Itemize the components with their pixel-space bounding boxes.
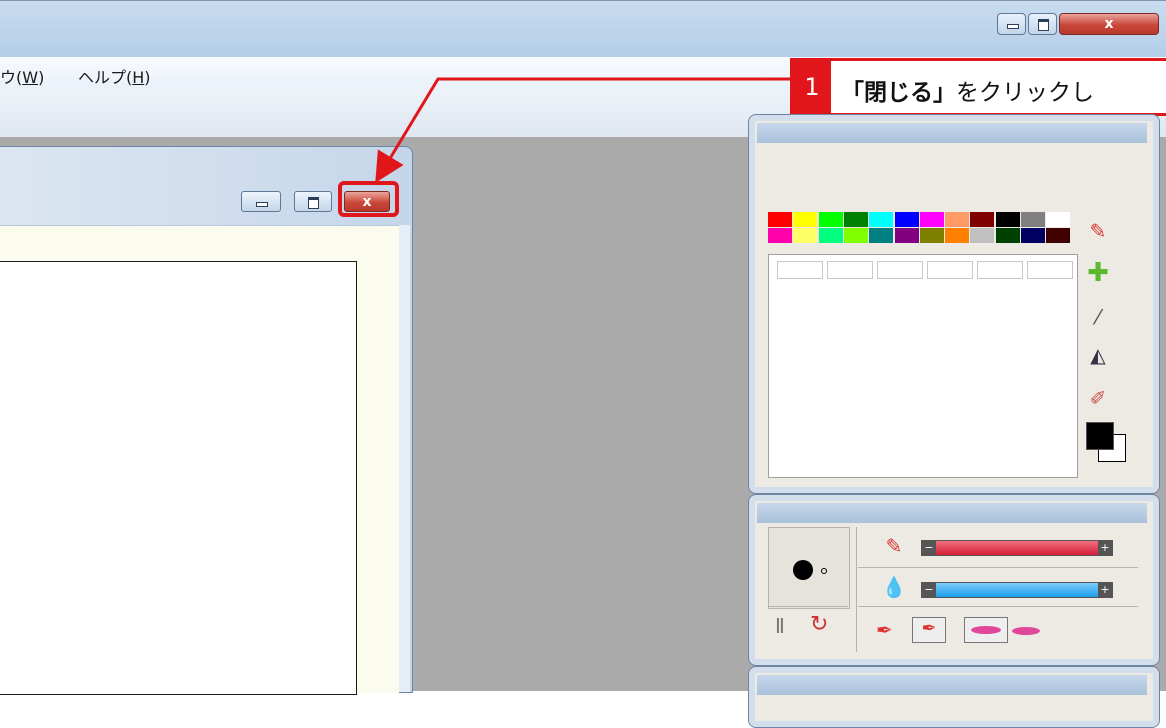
color-cell[interactable]	[977, 261, 1023, 279]
color-cell[interactable]	[927, 261, 973, 279]
pen-icon[interactable]: ✎	[1083, 217, 1113, 245]
rotate-icon[interactable]: ↻	[810, 612, 840, 642]
color-cell[interactable]	[877, 261, 923, 279]
color-swatch[interactable]	[793, 228, 818, 243]
stroke-style-selected-icon[interactable]: ✒	[912, 617, 946, 643]
color-swatch[interactable]	[970, 228, 995, 243]
water-drop-icon: 💧	[881, 575, 907, 599]
color-swatch[interactable]	[894, 228, 919, 243]
tip-ellipse-icon[interactable]	[1012, 627, 1040, 635]
third-palette-titlebar	[757, 675, 1147, 695]
color-swatch[interactable]	[818, 212, 843, 227]
divider	[856, 527, 857, 652]
color-swatch[interactable]	[793, 212, 818, 227]
color-swatch[interactable]	[1046, 212, 1071, 227]
color-swatch[interactable]	[869, 212, 894, 227]
color-swatch[interactable]	[768, 212, 792, 227]
plus-icon[interactable]: ✚	[1083, 259, 1113, 287]
slider-decrease-button[interactable]: −	[922, 541, 936, 555]
color-swatch[interactable]	[945, 212, 970, 227]
stroke-style-icon[interactable]: ✒	[876, 618, 906, 642]
color-swatch[interactable]	[1046, 228, 1071, 243]
color-swatch[interactable]	[995, 212, 1020, 227]
divider	[858, 606, 1138, 607]
brush-set-icon[interactable]: Ⅱ	[775, 614, 805, 644]
brush-icon[interactable]: ✐	[1083, 384, 1113, 412]
color-swatch[interactable]	[843, 228, 868, 243]
brush-preview	[768, 527, 850, 609]
color-cell[interactable]	[827, 261, 873, 279]
color-cell[interactable]	[777, 261, 823, 279]
color-swatch[interactable]	[919, 212, 944, 227]
color-palette-titlebar	[757, 123, 1147, 143]
slider-decrease-button[interactable]: −	[922, 583, 936, 597]
divider	[768, 606, 848, 607]
brush-dot-small	[821, 568, 827, 574]
slider-increase-button[interactable]: +	[1098, 541, 1112, 555]
color-cell[interactable]	[1027, 261, 1073, 279]
foreground-color-swatch[interactable]	[1086, 422, 1114, 450]
slider-increase-button[interactable]: +	[1098, 583, 1112, 597]
step-number: 1	[793, 61, 831, 113]
color-swatch[interactable]	[818, 228, 843, 243]
water-slider[interactable]: − +	[921, 582, 1113, 598]
size-slider[interactable]: − +	[921, 540, 1113, 556]
color-swatch[interactable]	[919, 228, 944, 243]
color-swatch[interactable]	[1021, 212, 1045, 227]
color-swatch[interactable]	[995, 228, 1020, 243]
instruction-text: 「閉じる」をクリックし	[841, 73, 1094, 107]
color-swatch[interactable]	[869, 228, 894, 243]
pen-size-icon: ✎	[885, 534, 903, 558]
tip-shape-selected[interactable]	[964, 617, 1008, 643]
custom-color-list[interactable]	[768, 254, 1078, 478]
color-swatch[interactable]	[1021, 228, 1045, 243]
color-swatch[interactable]	[970, 212, 995, 227]
instruction-callout: 1 「閉じる」をクリックし	[790, 58, 1166, 116]
brush-dot	[793, 560, 813, 580]
brush-settings-titlebar	[757, 503, 1147, 523]
tip-ellipse-icon	[971, 626, 1001, 634]
third-palette-window	[748, 666, 1160, 728]
bucket-icon[interactable]: ◭	[1083, 341, 1113, 369]
color-swatch[interactable]	[843, 212, 868, 227]
divider	[858, 567, 1138, 568]
eyedropper-icon[interactable]: ⁄	[1083, 303, 1113, 331]
color-swatch[interactable]	[768, 228, 792, 243]
instruction-emphasis: 「閉じる」	[841, 80, 956, 106]
instruction-rest: をクリックし	[956, 80, 1094, 106]
color-swatch[interactable]	[945, 228, 970, 243]
color-swatch[interactable]	[894, 212, 919, 227]
